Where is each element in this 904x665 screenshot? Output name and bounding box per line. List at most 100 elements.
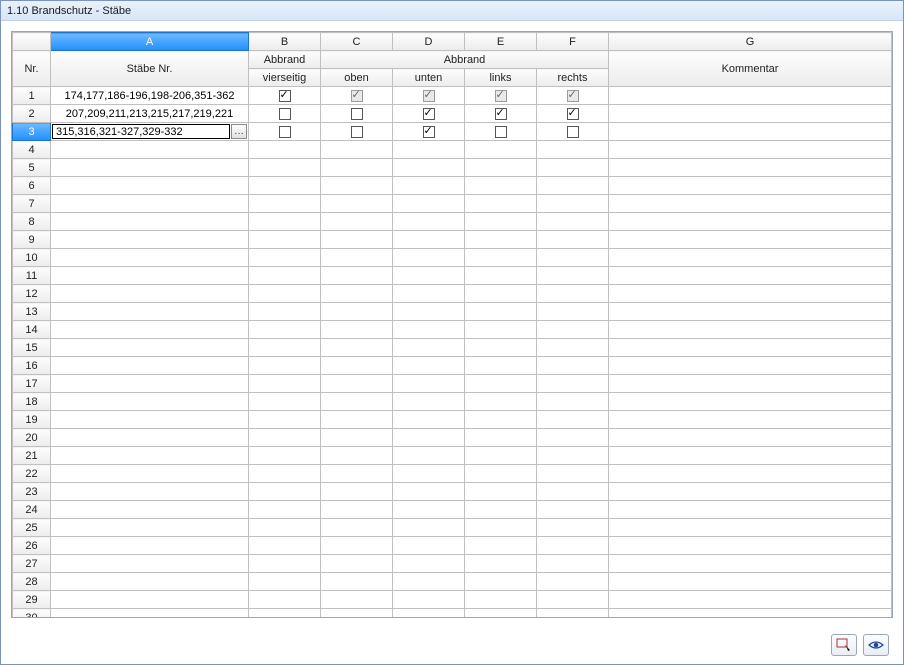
cell-vierseitig[interactable]: [249, 519, 321, 537]
checkbox-oben[interactable]: [351, 126, 363, 138]
col-header-F[interactable]: F: [537, 33, 609, 51]
cell-oben[interactable]: [321, 465, 393, 483]
cell-oben[interactable]: [321, 411, 393, 429]
header-rechts[interactable]: rechts: [537, 69, 609, 87]
cell-unten[interactable]: [393, 105, 465, 123]
cell-links[interactable]: [465, 573, 537, 591]
cell-vierseitig[interactable]: [249, 465, 321, 483]
cell-kommentar[interactable]: [609, 411, 892, 429]
cell-kommentar[interactable]: [609, 195, 892, 213]
cell-rechts[interactable]: [537, 429, 609, 447]
header-unten[interactable]: unten: [393, 69, 465, 87]
cell-unten[interactable]: [393, 177, 465, 195]
cell-unten[interactable]: [393, 465, 465, 483]
cell-links[interactable]: [465, 159, 537, 177]
cell-vierseitig[interactable]: [249, 141, 321, 159]
row-header[interactable]: 10: [13, 249, 51, 267]
row-header[interactable]: 18: [13, 393, 51, 411]
cell-vierseitig[interactable]: [249, 357, 321, 375]
cell-links[interactable]: [465, 591, 537, 609]
checkbox-oben[interactable]: [351, 108, 363, 120]
cell-vierseitig[interactable]: [249, 267, 321, 285]
cell-unten[interactable]: [393, 195, 465, 213]
cell-staebe[interactable]: [51, 465, 249, 483]
cell-staebe[interactable]: [51, 429, 249, 447]
cell-kommentar[interactable]: [609, 339, 892, 357]
cell-staebe[interactable]: [51, 519, 249, 537]
cell-vierseitig[interactable]: [249, 429, 321, 447]
cell-vierseitig[interactable]: [249, 123, 321, 141]
pick-from-graphic-button[interactable]: [831, 634, 857, 656]
cell-vierseitig[interactable]: [249, 609, 321, 619]
cell-staebe[interactable]: [51, 303, 249, 321]
cell-links[interactable]: [465, 519, 537, 537]
cell-oben[interactable]: [321, 375, 393, 393]
cell-oben[interactable]: [321, 159, 393, 177]
cell-staebe[interactable]: [51, 483, 249, 501]
cell-oben[interactable]: [321, 537, 393, 555]
cell-staebe[interactable]: [51, 213, 249, 231]
cell-kommentar[interactable]: [609, 285, 892, 303]
cell-kommentar[interactable]: [609, 231, 892, 249]
cell-rechts[interactable]: [537, 465, 609, 483]
col-header-C[interactable]: C: [321, 33, 393, 51]
cell-links[interactable]: [465, 537, 537, 555]
cell-unten[interactable]: [393, 357, 465, 375]
cell-vierseitig[interactable]: [249, 195, 321, 213]
cell-links[interactable]: [465, 303, 537, 321]
cell-oben[interactable]: [321, 123, 393, 141]
row-header[interactable]: 4: [13, 141, 51, 159]
cell-links[interactable]: [465, 231, 537, 249]
cell-staebe[interactable]: [51, 537, 249, 555]
col-header-B[interactable]: B: [249, 33, 321, 51]
cell-kommentar[interactable]: [609, 303, 892, 321]
cell-vierseitig[interactable]: [249, 501, 321, 519]
cell-unten[interactable]: [393, 249, 465, 267]
cell-kommentar[interactable]: [609, 375, 892, 393]
cell-links[interactable]: [465, 483, 537, 501]
row-header[interactable]: 3: [13, 123, 51, 141]
cell-staebe[interactable]: [51, 141, 249, 159]
cell-oben[interactable]: [321, 483, 393, 501]
cell-staebe[interactable]: [51, 591, 249, 609]
cell-vierseitig[interactable]: [249, 573, 321, 591]
cell-kommentar[interactable]: [609, 249, 892, 267]
cell-vierseitig[interactable]: [249, 105, 321, 123]
cell-oben[interactable]: [321, 87, 393, 105]
cell-oben[interactable]: [321, 285, 393, 303]
cell-links[interactable]: [465, 465, 537, 483]
cell-links[interactable]: [465, 357, 537, 375]
grid-scroll[interactable]: A B C D E F G Nr. Stäbe Nr. Abbrand Abbr…: [11, 31, 893, 618]
cell-staebe[interactable]: [51, 267, 249, 285]
cell-vierseitig[interactable]: [249, 537, 321, 555]
cell-unten[interactable]: [393, 303, 465, 321]
cell-links[interactable]: [465, 393, 537, 411]
cell-links[interactable]: [465, 375, 537, 393]
cell-kommentar[interactable]: [609, 573, 892, 591]
cell-rechts[interactable]: [537, 573, 609, 591]
row-header[interactable]: 19: [13, 411, 51, 429]
cell-oben[interactable]: [321, 447, 393, 465]
cell-kommentar[interactable]: [609, 447, 892, 465]
cell-kommentar[interactable]: [609, 591, 892, 609]
row-header[interactable]: 12: [13, 285, 51, 303]
cell-oben[interactable]: [321, 393, 393, 411]
cell-staebe[interactable]: [51, 339, 249, 357]
cell-oben[interactable]: [321, 609, 393, 619]
cell-rechts[interactable]: [537, 303, 609, 321]
cell-rechts[interactable]: [537, 231, 609, 249]
cell-links[interactable]: [465, 501, 537, 519]
header-oben[interactable]: oben: [321, 69, 393, 87]
cell-unten[interactable]: [393, 231, 465, 249]
cell-unten[interactable]: [393, 213, 465, 231]
cell-links[interactable]: [465, 447, 537, 465]
cell-vierseitig[interactable]: [249, 339, 321, 357]
cell-vierseitig[interactable]: [249, 411, 321, 429]
cell-rechts[interactable]: [537, 177, 609, 195]
header-kommentar[interactable]: Kommentar: [609, 51, 892, 87]
checkbox-rechts[interactable]: [567, 108, 579, 120]
row-header[interactable]: 16: [13, 357, 51, 375]
cell-oben[interactable]: [321, 249, 393, 267]
cell-rechts[interactable]: [537, 357, 609, 375]
header-vierseitig[interactable]: vierseitig: [249, 69, 321, 87]
